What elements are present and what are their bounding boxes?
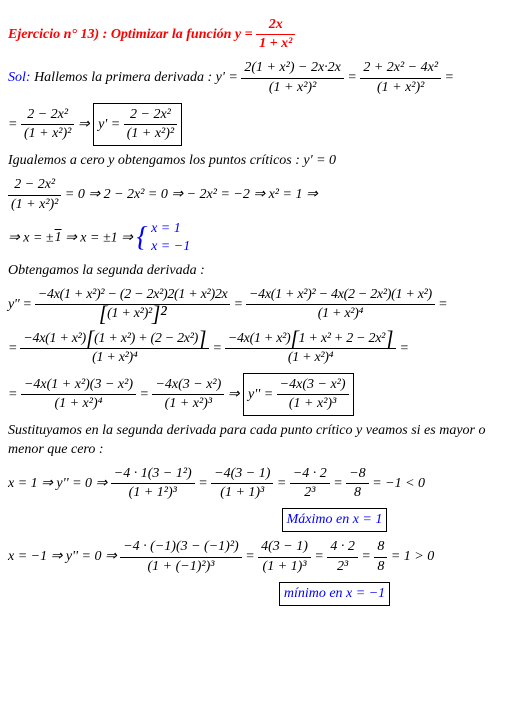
title-fraction: 2x 1 + x² (256, 16, 295, 53)
critical-eq-line1: 2 − 2x² (1 + x²)² = 0 ⇒ 2 − 2x² = 0 ⇒ − … (8, 176, 501, 213)
title-den: 1 + x² (256, 35, 295, 53)
first-derivative-line1: Sol: Hallemos la primera derivada : y' =… (8, 59, 501, 96)
cases-block: x = 1 x = −1 (151, 220, 190, 256)
brace-icon: { (136, 227, 147, 249)
second-derivative-line1: y'' = −4x(1 + x²)² − (2 − 2x²)2(1 + x²)2… (8, 286, 501, 323)
title-eq-lhs: y = (235, 27, 253, 42)
min-result: mínimo en x = −1 (8, 582, 501, 606)
exercise-title: Ejercicio n° 13) : Optimizar la función … (8, 16, 501, 53)
title-prefix: Ejercicio n° 13) : (8, 27, 107, 42)
second-derivative-line3: = −4x(1 + x²)(3 − x²) (1 + x²)⁴ = −4x(3 … (8, 373, 501, 416)
second-derivative-text: Obtengamos la segunda derivada : (8, 262, 501, 280)
substitute-text: Sustituyamos en la segunda derivada para… (8, 422, 501, 458)
equal-zero-text: Igualemos a cero y obtengamos los puntos… (8, 152, 501, 170)
title-num: 2x (256, 16, 295, 35)
eval-x1: x = 1 ⇒ y'' = 0 ⇒ −4 · 1(3 − 1²) (1 + 1²… (8, 465, 501, 502)
critical-eq-line2: ⇒ x = ±1 ⇒ x = ±1 ⇒ { x = 1 x = −1 (8, 220, 501, 256)
first-derivative-box: y' = 2 − 2x² (1 + x²)² (93, 103, 182, 146)
second-derivative-box: y'' = −4x(3 − x²) (1 + x²)³ (243, 373, 354, 416)
second-derivative-line2: = −4x(1 + x²)[(1 + x²) + (2 − 2x²)] (1 +… (8, 330, 501, 367)
minimum-box: mínimo en x = −1 (279, 582, 390, 606)
maximum-box: Máximo en x = 1 (282, 508, 388, 532)
first-derivative-line2: = 2 − 2x² (1 + x²)² ⇒ y' = 2 − 2x² (1 + … (8, 103, 501, 146)
title-text: Optimizar la función (111, 27, 235, 42)
sol-label: Sol: (8, 70, 31, 85)
eval-xneg1: x = −1 ⇒ y'' = 0 ⇒ −4 · (−1)(3 − (−1)²) … (8, 538, 501, 575)
d1-lhs: y' = (216, 70, 238, 85)
d2-frac1: 2 − 2x² (1 + x²)² (21, 106, 74, 143)
d1-frac2: 2 + 2x² − 4x² (1 + x²)² (360, 59, 441, 96)
sol-text: Hallemos la primera derivada : (34, 70, 216, 85)
max-result: Máximo en x = 1 (8, 508, 501, 532)
d1-frac1: 2(1 + x²) − 2x·2x (1 + x²)² (241, 59, 344, 96)
